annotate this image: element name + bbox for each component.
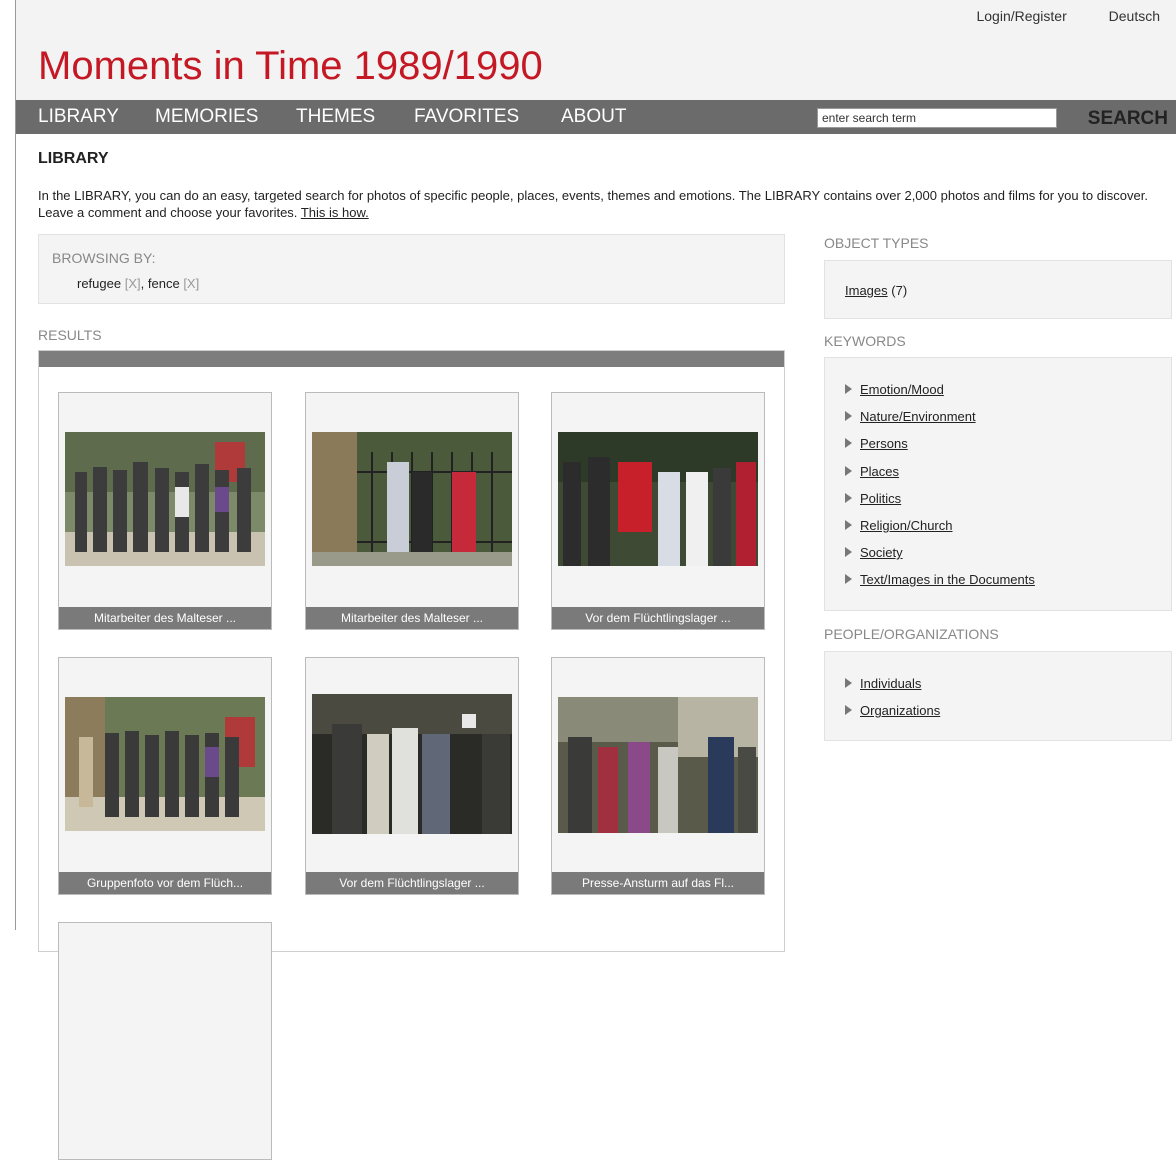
library-intro: In the LIBRARY, you can do an easy, targ… bbox=[38, 187, 1166, 221]
keyword-item: Persons bbox=[845, 436, 908, 451]
results-header-bar bbox=[39, 351, 784, 367]
result-caption[interactable]: Vor dem Flüchtlingslager ... bbox=[306, 872, 518, 894]
keyword-item: Emotion/Mood bbox=[845, 382, 944, 397]
people-item: Individuals bbox=[845, 676, 921, 691]
expand-triangle-icon[interactable] bbox=[845, 678, 852, 688]
remove-term-button[interactable]: [X] bbox=[125, 276, 141, 291]
result-caption[interactable]: Vor dem Flüchtlingslager ... bbox=[552, 607, 764, 629]
keyword-society-link[interactable]: Society bbox=[860, 545, 903, 560]
keyword-item: Religion/Church bbox=[845, 518, 953, 533]
keyword-places-link[interactable]: Places bbox=[860, 464, 899, 479]
browsing-terms: refugee [X], fence [X] bbox=[77, 276, 199, 291]
keyword-item: Nature/Environment bbox=[845, 409, 976, 424]
nav-memories[interactable]: MEMORIES bbox=[155, 106, 258, 128]
keyword-religion-link[interactable]: Religion/Church bbox=[860, 518, 953, 533]
results-panel: Mitarbeiter des Malteser ... Mitarbeiter… bbox=[38, 350, 785, 1160]
nav-about[interactable]: ABOUT bbox=[561, 106, 626, 128]
site-title[interactable]: Moments in Time 1989/1990 bbox=[38, 44, 543, 89]
search-button[interactable]: SEARCH bbox=[1087, 108, 1168, 130]
keyword-persons-link[interactable]: Persons bbox=[860, 436, 908, 451]
browsing-label: BROWSING BY: bbox=[52, 250, 156, 266]
results-label: RESULTS bbox=[38, 327, 102, 343]
page: Login/Register Deutsch Moments in Time 1… bbox=[16, 0, 1176, 1160]
keywords-heading: KEYWORDS bbox=[824, 333, 906, 349]
result-thumbnail[interactable] bbox=[65, 432, 265, 566]
expand-triangle-icon[interactable] bbox=[845, 384, 852, 394]
result-card[interactable]: Vor dem Flüchtlingslager ... bbox=[551, 392, 765, 630]
nav-favorites[interactable]: FAVORITES bbox=[414, 106, 519, 128]
top-links: Login/Register Deutsch bbox=[976, 8, 1176, 24]
result-card[interactable]: Gruppenfoto vor dem Flüch... bbox=[58, 657, 272, 895]
expand-triangle-icon[interactable] bbox=[845, 705, 852, 715]
result-caption[interactable]: Mitarbeiter des Malteser ... bbox=[306, 607, 518, 629]
expand-triangle-icon[interactable] bbox=[845, 466, 852, 476]
result-card[interactable] bbox=[58, 922, 272, 1160]
people-individuals-link[interactable]: Individuals bbox=[860, 676, 921, 691]
search-input[interactable] bbox=[817, 108, 1057, 128]
result-thumbnail[interactable] bbox=[558, 432, 758, 566]
object-types-heading: OBJECT TYPES bbox=[824, 235, 929, 251]
keyword-item: Society bbox=[845, 545, 903, 560]
expand-triangle-icon[interactable] bbox=[845, 493, 852, 503]
nav-themes[interactable]: THEMES bbox=[296, 106, 375, 128]
object-type-images-link[interactable]: Images bbox=[845, 283, 888, 298]
result-card[interactable]: Vor dem Flüchtlingslager ... bbox=[305, 657, 519, 895]
result-caption[interactable]: Presse-Ansturm auf das Fl... bbox=[552, 872, 764, 894]
keyword-item: Places bbox=[845, 464, 899, 479]
expand-triangle-icon[interactable] bbox=[845, 438, 852, 448]
howto-link[interactable]: This is how. bbox=[301, 205, 369, 220]
result-card[interactable]: Mitarbeiter des Malteser ... bbox=[58, 392, 272, 630]
keyword-politics-link[interactable]: Politics bbox=[860, 491, 901, 506]
browse-term: refugee bbox=[77, 276, 122, 291]
people-item: Organizations bbox=[845, 703, 940, 718]
expand-triangle-icon[interactable] bbox=[845, 574, 852, 584]
result-thumbnail[interactable] bbox=[558, 697, 758, 833]
keyword-text-images-link[interactable]: Text/Images in the Documents bbox=[860, 572, 1035, 587]
keyword-item: Politics bbox=[845, 491, 901, 506]
intro-text: In the LIBRARY, you can do an easy, targ… bbox=[38, 188, 1148, 220]
object-types-panel: Images (7) bbox=[824, 260, 1172, 319]
login-register-link[interactable]: Login/Register bbox=[976, 8, 1066, 24]
result-thumbnail[interactable] bbox=[65, 697, 265, 831]
result-thumbnail[interactable] bbox=[312, 432, 512, 566]
expand-triangle-icon[interactable] bbox=[845, 520, 852, 530]
result-card[interactable]: Presse-Ansturm auf das Fl... bbox=[551, 657, 765, 895]
nav-library[interactable]: LIBRARY bbox=[38, 106, 119, 128]
header: Login/Register Deutsch Moments in Time 1… bbox=[16, 0, 1176, 100]
people-organizations-link[interactable]: Organizations bbox=[860, 703, 940, 718]
browse-term: fence bbox=[147, 276, 180, 291]
result-card[interactable]: Mitarbeiter des Malteser ... bbox=[305, 392, 519, 630]
main-nav: LIBRARY MEMORIES THEMES FAVORITES ABOUT … bbox=[16, 100, 1176, 134]
browsing-panel: BROWSING BY: refugee [X], fence [X] bbox=[38, 234, 785, 304]
language-link[interactable]: Deutsch bbox=[1109, 8, 1160, 24]
keyword-nature-link[interactable]: Nature/Environment bbox=[860, 409, 976, 424]
object-type-count: (7) bbox=[891, 283, 908, 298]
keyword-item: Text/Images in the Documents bbox=[845, 572, 1035, 587]
keywords-panel: Emotion/Mood Nature/Environment Persons … bbox=[824, 357, 1172, 611]
keyword-emotion-link[interactable]: Emotion/Mood bbox=[860, 382, 944, 397]
result-caption[interactable]: Mitarbeiter des Malteser ... bbox=[59, 607, 271, 629]
expand-triangle-icon[interactable] bbox=[845, 411, 852, 421]
people-heading: PEOPLE/ORGANIZATIONS bbox=[824, 626, 999, 642]
expand-triangle-icon[interactable] bbox=[845, 547, 852, 557]
result-thumbnail[interactable] bbox=[312, 694, 512, 834]
people-panel: Individuals Organizations bbox=[824, 651, 1172, 741]
object-type-item: Images (7) bbox=[845, 283, 907, 298]
remove-term-button[interactable]: [X] bbox=[183, 276, 199, 291]
page-heading: LIBRARY bbox=[38, 150, 109, 167]
term-separator: , bbox=[140, 276, 145, 291]
result-caption[interactable]: Gruppenfoto vor dem Flüch... bbox=[59, 872, 271, 894]
